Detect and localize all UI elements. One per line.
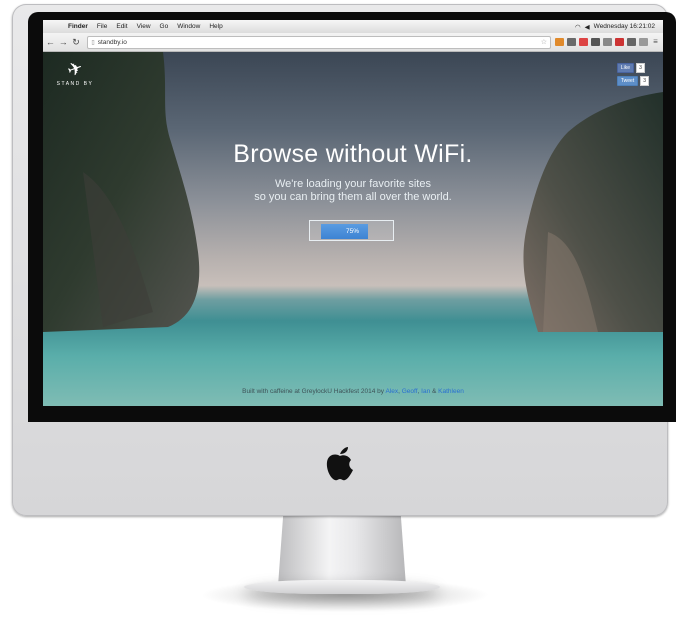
extension-icon[interactable] <box>602 38 612 46</box>
page-icon: ▯ <box>91 39 95 46</box>
right-cliff-image <box>523 92 663 332</box>
page-subline-1: We're loading your favorite sites <box>275 178 431 190</box>
page-headline: Browse without WiFi. <box>233 140 473 168</box>
loading-progress-bar: 75% <box>309 220 394 241</box>
extension-icon[interactable] <box>626 38 636 46</box>
extension-icon[interactable] <box>590 38 600 46</box>
extension-icon[interactable] <box>554 38 564 46</box>
extension-icon[interactable] <box>614 38 624 46</box>
imac-stand-neck <box>278 516 406 586</box>
menu-edit[interactable]: Edit <box>116 23 127 30</box>
apple-logo-icon <box>326 447 353 481</box>
standby-logo[interactable]: ✈ STAND BY <box>55 57 95 87</box>
footer-link-geoff[interactable]: Geoff <box>402 388 418 395</box>
extension-icons: ≡ <box>554 38 663 46</box>
facebook-like-button[interactable]: Like <box>616 63 635 73</box>
mac-menubar: Finder File Edit View Go Window Help ◠ ◀… <box>43 20 663 33</box>
browser-toolbar: ← → ↻ ▯ standby.io ☆ ≡ <box>43 33 663 52</box>
imac-frame: Finder File Edit View Go Window Help ◠ ◀… <box>12 4 676 516</box>
tweet-button[interactable]: Tweet <box>616 76 639 86</box>
footer-separator: , <box>417 388 420 395</box>
address-bar-url: standby.io <box>97 38 127 46</box>
footer-link-kathleen[interactable]: Kathleen <box>438 388 464 395</box>
imac-stand-base <box>244 580 440 594</box>
footer-link-alex[interactable]: Alex <box>385 388 398 395</box>
progress-label: 75% <box>345 228 359 235</box>
menu-help[interactable]: Help <box>209 23 222 30</box>
forward-arrow-icon[interactable]: → <box>58 37 69 47</box>
menu-go[interactable]: Go <box>160 23 169 30</box>
standby-page: ✈ STAND BY Like 3 Tweet 3 Browse without… <box>43 52 663 406</box>
page-footer: Built with caffeine at GreylockU Hackfes… <box>43 388 663 395</box>
extension-icon[interactable] <box>566 38 576 46</box>
extension-icon[interactable] <box>578 38 588 46</box>
social-buttons: Like 3 Tweet 3 <box>616 63 649 86</box>
tweet-count: 3 <box>640 76 649 86</box>
tweet-widget: Tweet 3 <box>616 76 649 86</box>
reload-icon[interactable]: ↻ <box>71 37 82 48</box>
menubar-status-area: ◠ ◀ Wednesday 16:21:02 <box>575 23 659 31</box>
screen: Finder File Edit View Go Window Help ◠ ◀… <box>43 20 663 406</box>
menu-view[interactable]: View <box>137 23 151 30</box>
address-bar[interactable]: ▯ standby.io ☆ <box>87 35 551 49</box>
footer-ampersand: & <box>432 388 437 395</box>
menubar-app-name[interactable]: Finder <box>68 23 88 30</box>
bookmark-star-icon[interactable]: ☆ <box>541 38 547 46</box>
wifi-icon[interactable]: ◠ <box>575 23 581 31</box>
volume-icon[interactable]: ◀ <box>585 23 590 31</box>
menu-file[interactable]: File <box>97 23 107 30</box>
footer-separator: , <box>398 388 400 395</box>
like-count: 3 <box>636 63 645 73</box>
back-arrow-icon[interactable]: ← <box>45 37 56 47</box>
menu-window[interactable]: Window <box>177 23 200 30</box>
facebook-like-widget: Like 3 <box>616 63 649 73</box>
footer-link-ian[interactable]: Ian <box>421 388 430 395</box>
menu-icon[interactable]: ≡ <box>651 38 660 46</box>
menubar-clock[interactable]: Wednesday 16:21:02 <box>594 23 655 30</box>
page-subline-2: so you can bring them all over the world… <box>254 191 452 203</box>
extension-icon[interactable] <box>638 38 648 46</box>
footer-text: Built with caffeine at GreylockU Hackfes… <box>242 388 385 395</box>
